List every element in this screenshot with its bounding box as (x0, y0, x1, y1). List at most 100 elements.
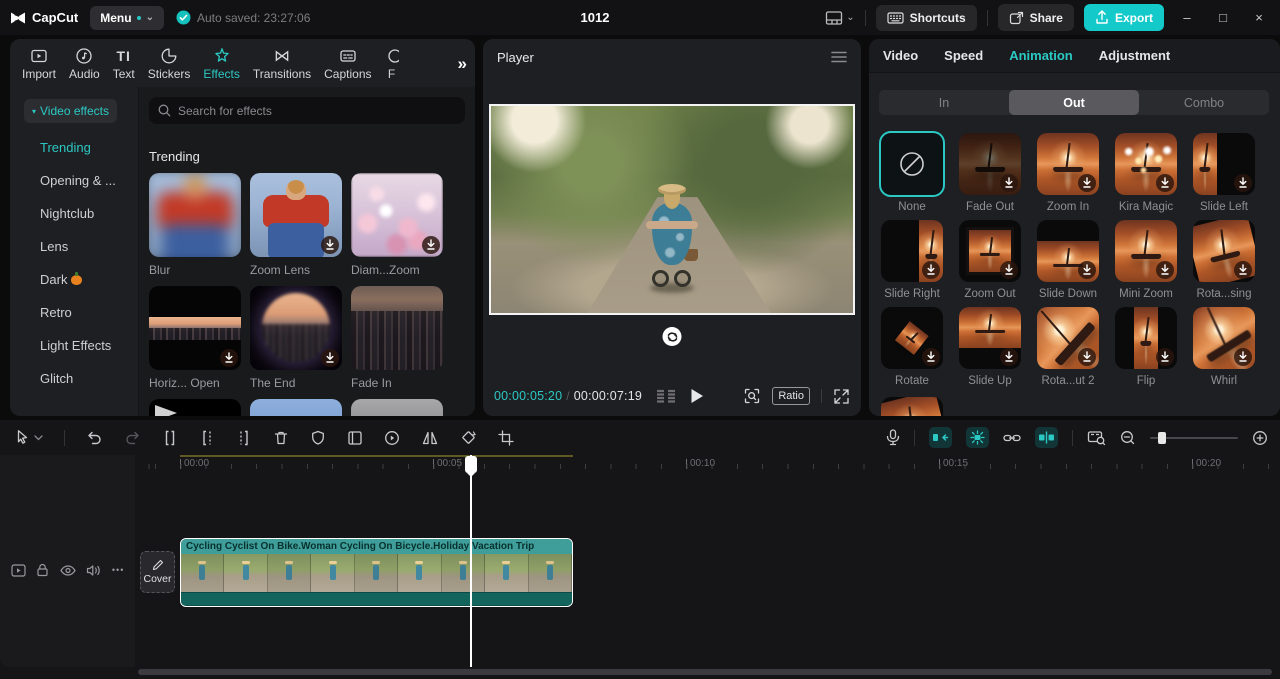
animation-card-mini-zoom[interactable]: Mini Zoom (1115, 220, 1177, 307)
effect-card-fade-in[interactable]: Fade In (351, 286, 443, 399)
magnetic-snap-toggle[interactable] (929, 427, 952, 448)
sidebar-item-trending[interactable]: Trending (10, 131, 138, 164)
window-close-button[interactable]: × (1246, 10, 1272, 25)
segment-combo[interactable]: Combo (1139, 90, 1269, 115)
delete-right-tool[interactable] (236, 430, 252, 446)
segment-in[interactable]: In (879, 90, 1009, 115)
window-maximize-button[interactable]: □ (1210, 10, 1236, 25)
ratio-button[interactable]: Ratio (772, 387, 810, 405)
voiceover-tool[interactable] (886, 429, 900, 446)
cover-button[interactable]: Cover (140, 551, 175, 593)
effect-card-zoom-lens[interactable]: Zoom Lens (250, 173, 342, 286)
sidebar-item-dark[interactable]: Dark (10, 263, 138, 296)
effect-card-horizontal-open[interactable]: Horiz... Open (149, 286, 241, 399)
share-button[interactable]: Share (997, 4, 1074, 31)
timeline-ruler[interactable]: 00:00 00:05 00:10 00:15 00:20 (135, 455, 1280, 477)
animation-card-whirl[interactable]: Whirl (1193, 307, 1255, 394)
tab-speed[interactable]: Speed (944, 48, 983, 63)
menu-button[interactable]: Menu ⌄ (90, 5, 164, 30)
animation-card-fade-out[interactable]: Fade Out (959, 133, 1021, 220)
animation-card-slide-down[interactable]: Slide Down (1037, 220, 1099, 307)
animation-card-rotate-out-2[interactable]: Rota...ut 2 (1037, 307, 1099, 394)
sidebar-item-opening[interactable]: Opening & ... (10, 164, 138, 197)
animation-card-slide-up[interactable]: Slide Up (959, 307, 1021, 394)
zoom-slider-thumb[interactable] (1158, 431, 1166, 444)
animation-card-kira-magic[interactable]: Kira Magic (1115, 133, 1177, 220)
export-button[interactable]: Export (1083, 4, 1164, 31)
tab-text[interactable]: TI Text (113, 47, 135, 81)
tab-import[interactable]: Import (22, 47, 56, 81)
animation-card-rotate[interactable]: Rotate (881, 307, 943, 394)
tab-captions[interactable]: Captions (324, 47, 372, 81)
mute-toggle[interactable] (86, 564, 101, 577)
split-tool[interactable] (162, 430, 178, 446)
frame-list-button[interactable] (656, 389, 676, 403)
sidebar-item-glitch[interactable]: Glitch (10, 362, 138, 395)
tab-audio[interactable]: Audio (69, 47, 100, 81)
animation-card-rotate-rising[interactable]: Rota...sing (1193, 220, 1255, 307)
link-toggle[interactable] (1003, 432, 1021, 444)
animation-card-partial[interactable] (881, 397, 943, 416)
visibility-toggle[interactable] (60, 564, 76, 576)
crop-tool[interactable] (498, 429, 514, 446)
zoom-out-button[interactable] (1120, 430, 1136, 446)
sidebar-item-light-effects[interactable]: Light Effects (10, 329, 138, 362)
delete-left-tool[interactable] (199, 430, 215, 446)
shortcuts-button[interactable]: Shortcuts (875, 4, 977, 31)
animation-card-zoom-in[interactable]: Zoom In (1037, 133, 1099, 220)
tab-filters-truncated[interactable]: F (385, 47, 399, 81)
tab-effects[interactable]: Effects (203, 47, 240, 81)
more-tabs-chevron[interactable]: » (458, 54, 467, 74)
effect-card-the-end[interactable]: The End (250, 286, 342, 399)
video-preview[interactable] (489, 104, 855, 315)
track-more-button[interactable]: ••• (112, 565, 124, 575)
rotate-tool[interactable] (460, 429, 477, 446)
main-track-magnet-toggle[interactable] (966, 427, 989, 448)
animation-card-flip[interactable]: Flip (1115, 307, 1177, 394)
rotate-handle[interactable] (662, 327, 682, 346)
sidebar-item-nightclub[interactable]: Nightclub (10, 197, 138, 230)
mirror-tool[interactable] (421, 430, 439, 446)
timeline-view-button[interactable] (1087, 429, 1106, 446)
tab-video[interactable]: Video (883, 48, 918, 63)
player-menu-button[interactable] (831, 51, 847, 63)
preview-quality-button[interactable] (743, 387, 761, 405)
lock-toggle[interactable] (36, 563, 49, 577)
search-input[interactable] (178, 103, 456, 118)
fullscreen-button[interactable] (833, 388, 850, 405)
preview-axis-toggle[interactable] (1035, 427, 1058, 448)
tab-adjustment[interactable]: Adjustment (1099, 48, 1171, 63)
video-clip[interactable]: Cycling Cyclist On Bike.Woman Cycling On… (180, 538, 573, 607)
divider (864, 9, 866, 26)
effect-card-partial[interactable] (250, 399, 342, 416)
mask-tool[interactable] (310, 430, 326, 446)
horizontal-scrollbar[interactable] (138, 669, 1272, 675)
delete-tool[interactable] (273, 430, 289, 446)
animation-card-none[interactable]: None (881, 133, 943, 220)
timeline-zoom-slider[interactable] (1150, 431, 1238, 444)
undo-button[interactable] (86, 430, 103, 445)
effect-card-partial[interactable] (351, 399, 443, 416)
window-minimize-button[interactable]: – (1174, 10, 1200, 25)
effect-card-diamond-zoom[interactable]: Diam...Zoom (351, 173, 443, 286)
segment-out[interactable]: Out (1009, 90, 1139, 115)
animation-card-slide-left[interactable]: Slide Left (1193, 133, 1255, 220)
select-tool[interactable] (14, 429, 43, 446)
animation-card-zoom-out[interactable]: Zoom Out (959, 220, 1021, 307)
sidebar-item-video-effects[interactable]: ▾ Video effects (24, 99, 117, 123)
sidebar-item-retro[interactable]: Retro (10, 296, 138, 329)
effect-card-blur[interactable]: Blur (149, 173, 241, 286)
zoom-in-button[interactable] (1252, 430, 1268, 446)
animation-card-slide-right[interactable]: Slide Right (881, 220, 943, 307)
tab-animation[interactable]: Animation (1009, 48, 1073, 63)
freeze-frame-tool[interactable] (347, 430, 363, 446)
playhead-handle[interactable] (465, 456, 477, 477)
play-button[interactable] (690, 388, 704, 404)
speed-tool[interactable] (384, 430, 400, 446)
tab-transitions[interactable]: ⋈ Transitions (253, 47, 311, 81)
redo-button[interactable] (124, 430, 141, 445)
tab-stickers[interactable]: Stickers (148, 47, 190, 81)
layout-switcher-button[interactable]: ⌄ (825, 10, 855, 26)
effect-card-partial[interactable] (149, 399, 241, 416)
sidebar-item-lens[interactable]: Lens (10, 230, 138, 263)
